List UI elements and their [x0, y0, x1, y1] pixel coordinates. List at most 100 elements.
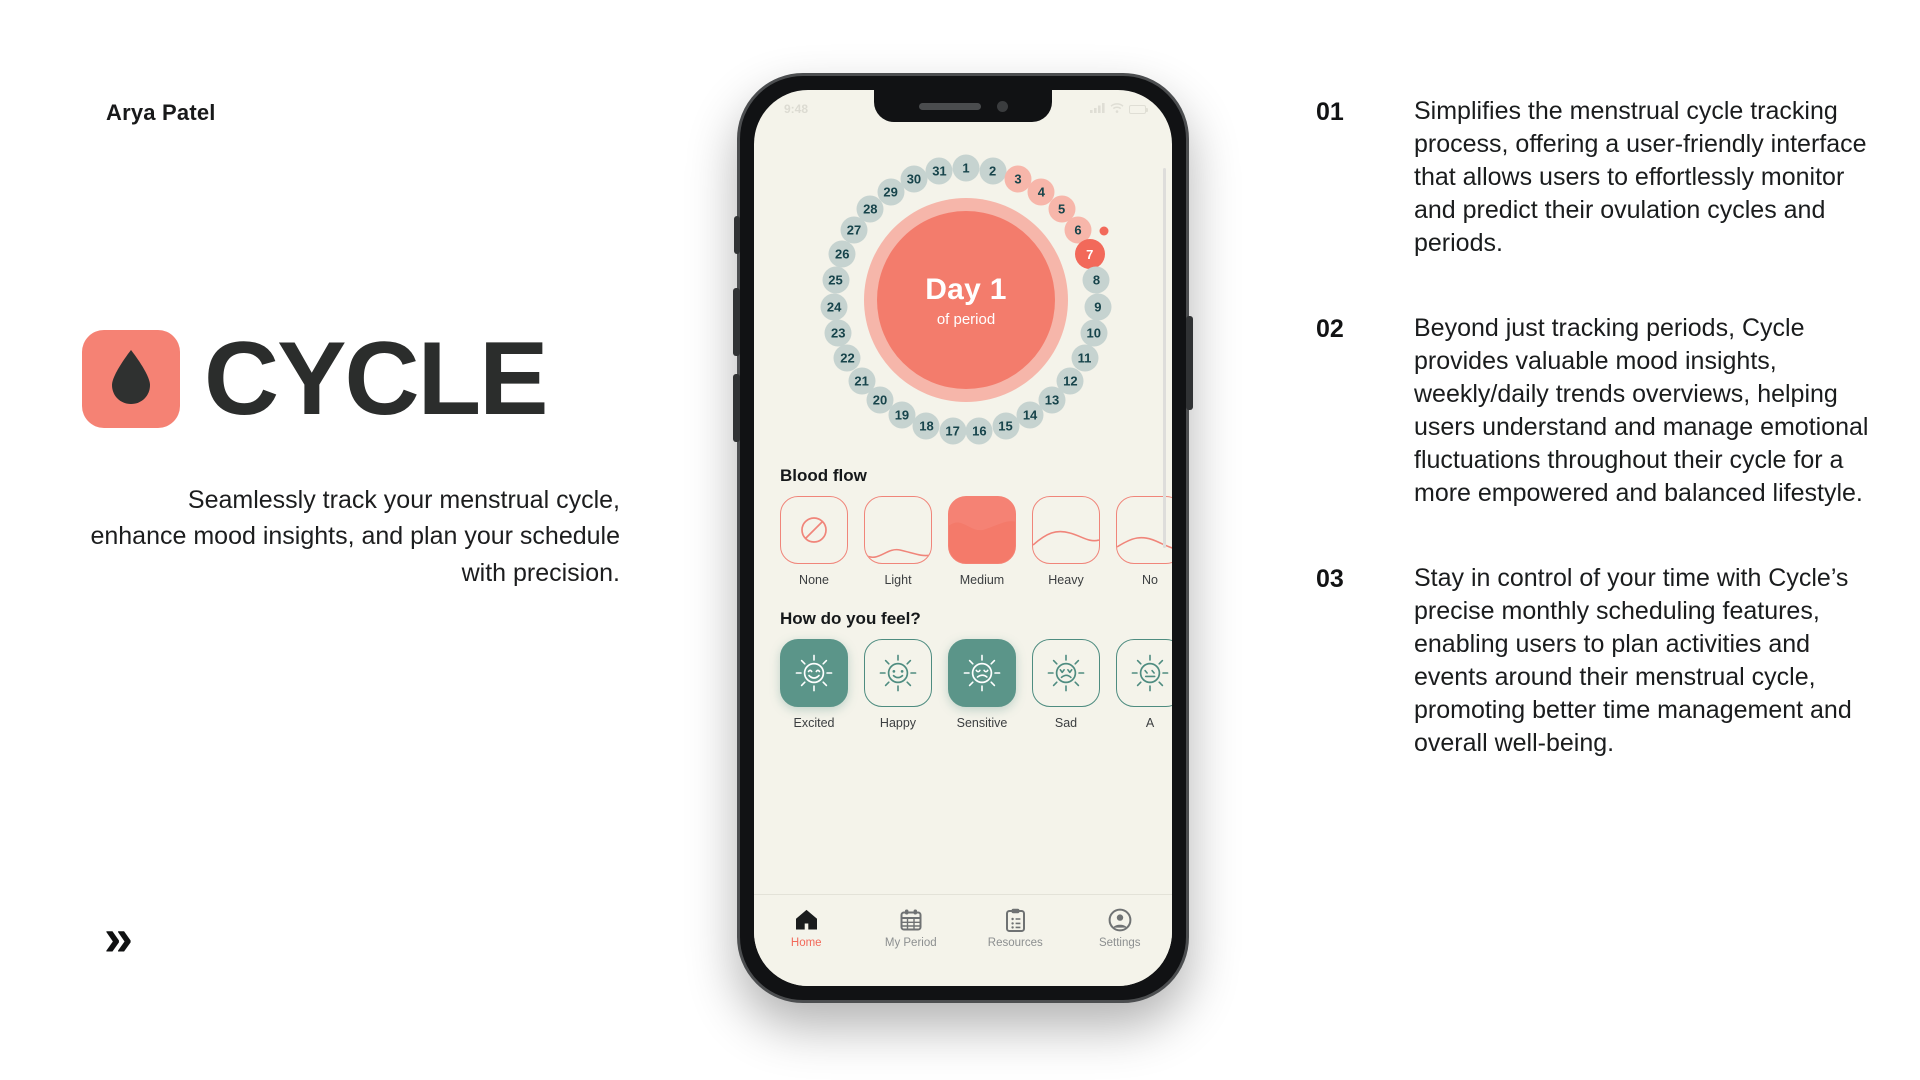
feature-item: 02 Beyond just tracking periods, Cycle pr… — [1316, 312, 1876, 510]
blood-flow-option-label: None — [799, 573, 829, 587]
cycle-day-17[interactable]: 17 — [939, 417, 967, 445]
cycle-wheel[interactable]: Day 1 of period 1 2 3 4 5 6 7 8 9 10 11 12 13 14 15 16 1… — [754, 140, 1172, 460]
calendar-icon — [867, 907, 955, 933]
medium-flow-icon[interactable] — [948, 496, 1016, 564]
feature-description: Simplifies the menstrual cycle tracking … — [1414, 97, 1867, 257]
screen-scrollbar[interactable] — [1163, 168, 1166, 548]
mood-option-label: A — [1145, 716, 1155, 730]
feature-number: 02 — [1316, 315, 1344, 343]
cycle-day-7[interactable]: 7 — [1074, 239, 1105, 270]
blood-drop-icon — [108, 348, 154, 411]
cycle-day-9[interactable]: 9 — [1084, 293, 1112, 321]
phone-frame: 9:48 Day 1 of period 1 2 3 4 5 6 7 8 9 1… — [733, 73, 1193, 1003]
cycle-day-1[interactable]: 1 — [952, 154, 980, 182]
mood-option-happy[interactable]: Happy — [864, 639, 932, 730]
cycle-day-16[interactable]: 16 — [965, 417, 993, 445]
light-flow-icon[interactable] — [864, 496, 932, 564]
tab-label: Settings — [1098, 937, 1141, 949]
blood-flow-title: Blood flow — [780, 466, 867, 485]
mood-option-label: Excited — [793, 716, 835, 730]
cycle-day-31[interactable]: 31 — [925, 157, 953, 185]
double-chevron-icon: » — [104, 909, 133, 967]
sun-uneasy-face-icon[interactable] — [948, 639, 1016, 707]
volume-down-button[interactable] — [733, 374, 740, 442]
mood-option-a[interactable]: A — [1116, 639, 1172, 730]
mood-option-label: Sensitive — [956, 716, 1008, 730]
blood-flow-option-label: Heavy — [1048, 573, 1084, 587]
cycle-day-30[interactable]: 30 — [900, 165, 928, 193]
cycle-day-23[interactable]: 23 — [824, 319, 852, 347]
brand-title: CYCLE — [204, 321, 548, 437]
front-camera-icon — [996, 100, 1008, 112]
tab-label: My Period — [884, 937, 937, 949]
blood-flow-option-label: Light — [884, 573, 912, 587]
cycle-day-18[interactable]: 18 — [912, 412, 940, 440]
cycle-day-25[interactable]: 25 — [822, 266, 850, 294]
cycle-center[interactable]: Day 1 of period — [877, 211, 1055, 389]
app-content: Day 1 of period 1 2 3 4 5 6 7 8 9 10 11 12 13 14 15 16 1… — [754, 90, 1172, 986]
author-name: Arya Patel — [106, 100, 216, 125]
feature-item: 01 Simplifies the menstrual cycle trackin… — [1316, 95, 1876, 260]
cycle-day-14[interactable]: 14 — [1016, 401, 1044, 429]
feature-description: Stay in control of your time with Cycle’… — [1414, 564, 1852, 757]
mood-option-label: Sad — [1054, 716, 1078, 730]
feature-number: 01 — [1316, 98, 1344, 126]
mood-title: How do you feel? — [780, 609, 921, 628]
cycle-day-24[interactable]: 24 — [820, 293, 848, 321]
feature-list: 01 Simplifies the menstrual cycle trackin… — [1316, 95, 1876, 812]
cycle-day-10[interactable]: 10 — [1080, 319, 1108, 347]
phone-screen: 9:48 Day 1 of period 1 2 3 4 5 6 7 8 9 1… — [754, 90, 1172, 986]
blood-flow-section: Blood flow None Light Medium Heavy No — [754, 466, 1172, 587]
blood-flow-option-none[interactable]: None — [780, 496, 848, 587]
cycle-day-2[interactable]: 2 — [979, 157, 1007, 185]
no-flow-icon[interactable] — [780, 496, 848, 564]
feature-number: 03 — [1316, 565, 1344, 593]
cycle-day-8[interactable]: 8 — [1082, 266, 1110, 294]
wifi-icon — [1110, 102, 1124, 116]
tab-resources[interactable]: Resources — [971, 907, 1059, 949]
earpiece-speaker — [918, 102, 981, 110]
cycle-day-26[interactable]: 26 — [828, 240, 856, 268]
tab-settings[interactable]: Settings — [1076, 907, 1164, 949]
bottom-navigation: Home My Period Resources Settings — [754, 894, 1172, 986]
presentation-slide: Arya Patel CYCLE Seamlessly track your m… — [0, 0, 1920, 1080]
mood-option-excited[interactable]: Excited — [780, 639, 848, 730]
home-icon — [762, 907, 850, 933]
blood-flow-option-label: No — [1142, 573, 1158, 587]
phone-notch — [874, 90, 1052, 122]
mute-switch[interactable] — [734, 216, 740, 254]
blood-flow-option-label: Medium — [959, 573, 1005, 587]
blood-flow-options: None Light Medium Heavy No — [780, 496, 1172, 587]
current-day-label: Day 1 — [925, 272, 1007, 306]
feature-description: Beyond just tracking periods, Cycle prov… — [1414, 314, 1869, 507]
tab-my-period[interactable]: My Period — [867, 907, 955, 949]
mood-option-sad[interactable]: Sad — [1032, 639, 1100, 730]
clipboard-icon — [971, 907, 1059, 933]
mood-option-sensitive[interactable]: Sensitive — [948, 639, 1016, 730]
volume-up-button[interactable] — [733, 288, 740, 356]
power-button[interactable] — [1186, 316, 1193, 410]
sun-face-icon[interactable] — [1116, 639, 1172, 707]
status-icon-group — [1090, 102, 1148, 116]
battery-icon — [1129, 104, 1148, 114]
cycle-day-22[interactable]: 22 — [833, 344, 861, 372]
account-circle-icon — [1076, 907, 1164, 933]
phone-mockup: 9:48 Day 1 of period 1 2 3 4 5 6 7 8 9 1… — [733, 73, 1193, 1003]
mood-option-label: Happy — [879, 716, 917, 730]
sun-sad-face-icon[interactable] — [1032, 639, 1100, 707]
blood-flow-option-heavy[interactable]: Heavy — [1032, 496, 1100, 587]
cycle-day-19[interactable]: 19 — [888, 401, 916, 429]
tab-home[interactable]: Home — [762, 907, 850, 949]
blood-flow-option-light[interactable]: Light — [864, 496, 932, 587]
cycle-day-15[interactable]: 15 — [992, 412, 1020, 440]
blood-flow-option-medium[interactable]: Medium — [948, 496, 1016, 587]
tab-label: Home — [790, 937, 822, 949]
sun-grin-face-icon[interactable] — [780, 639, 848, 707]
heavy-flow-icon[interactable] — [1032, 496, 1100, 564]
current-day-sublabel: of period — [936, 310, 996, 328]
status-time: 9:48 — [784, 102, 809, 116]
sun-smile-face-icon[interactable] — [864, 639, 932, 707]
app-logo-tile — [82, 330, 180, 428]
brand-tagline: Seamlessly track your menstrual cycle, e… — [90, 486, 620, 587]
cycle-day-21[interactable]: 21 — [848, 367, 876, 395]
